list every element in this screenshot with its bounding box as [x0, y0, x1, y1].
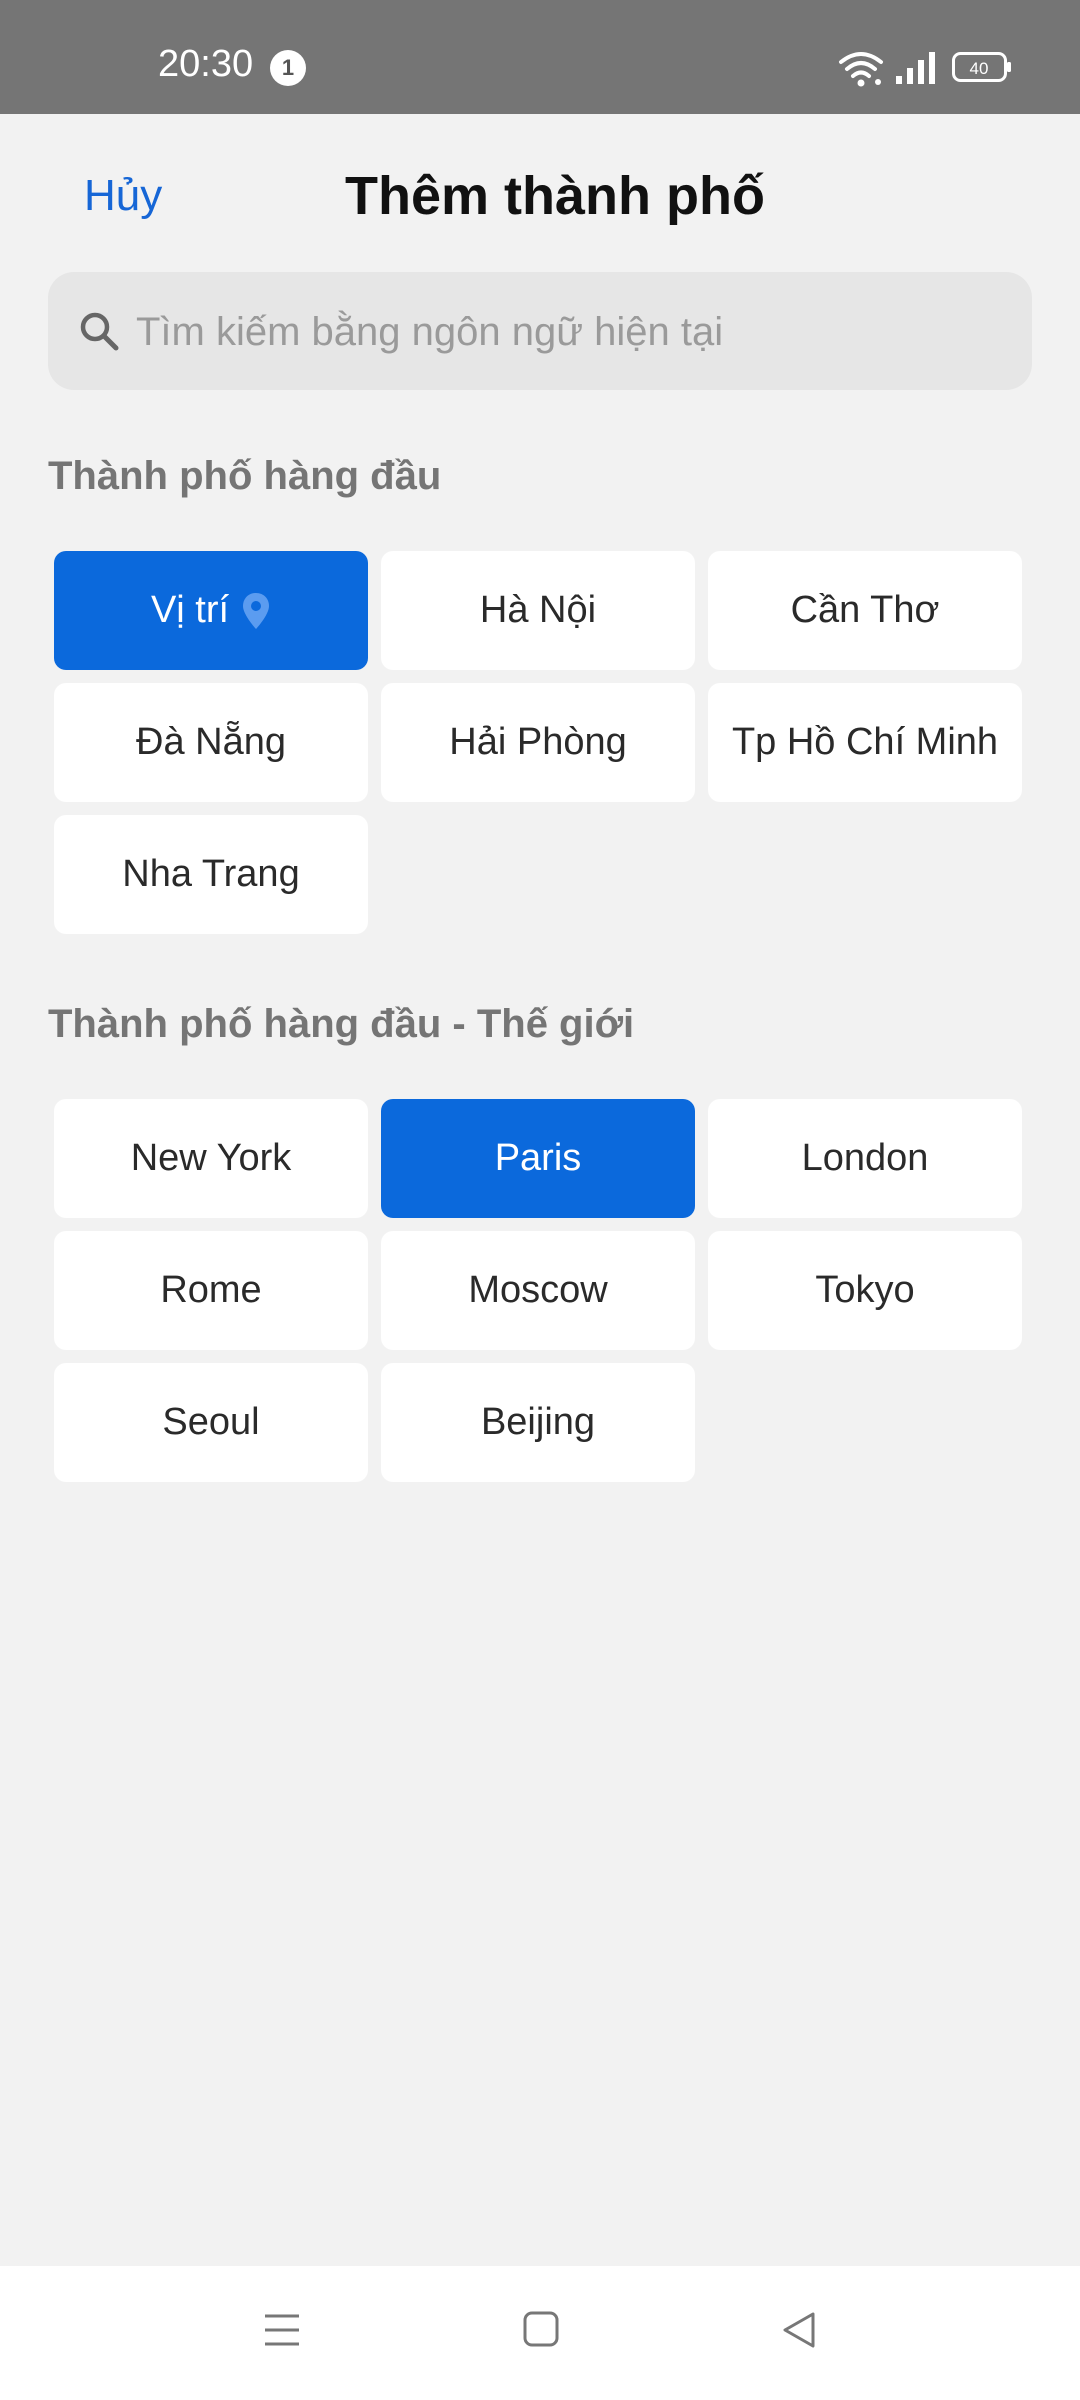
- city-button[interactable]: Hải Phòng: [381, 683, 695, 802]
- city-button[interactable]: Rome: [54, 1231, 368, 1350]
- search-box[interactable]: [48, 272, 1032, 392]
- city-button[interactable]: Beijing: [381, 1363, 695, 1482]
- wifi-icon: [839, 52, 883, 87]
- city-button[interactable]: London: [708, 1099, 1022, 1218]
- city-button[interactable]: New York: [54, 1099, 368, 1218]
- back-icon[interactable]: [780, 2310, 818, 2350]
- city-button[interactable]: Tokyo: [708, 1231, 1022, 1350]
- city-button[interactable]: Seoul: [54, 1363, 368, 1482]
- city-button[interactable]: Nha Trang: [54, 815, 368, 934]
- search-input[interactable]: [134, 272, 1018, 392]
- world-cities-grid: New York Paris London Rome Moscow Tokyo …: [54, 1099, 1026, 1482]
- search-icon: [80, 312, 119, 351]
- city-button[interactable]: Moscow: [381, 1231, 695, 1350]
- city-button[interactable]: Đà Nẵng: [54, 683, 368, 802]
- top-cities-grid: Vị trí Hà Nội Cần Thơ Đà Nẵng Hải Phòng …: [54, 551, 1026, 934]
- city-button[interactable]: Hà Nội: [381, 551, 695, 670]
- city-button-current-location[interactable]: Vị trí: [54, 551, 368, 670]
- menu-icon[interactable]: [262, 2310, 302, 2350]
- navigation-bar: [0, 2266, 1080, 2400]
- page-title: Thêm thành phố: [345, 166, 765, 226]
- notification-badge: 1: [270, 50, 306, 86]
- city-button[interactable]: Cần Thơ: [708, 551, 1022, 670]
- battery-icon: 40: [952, 52, 1011, 82]
- world-cities-heading: Thành phố hàng đầu - Thế giới: [48, 1002, 635, 1046]
- location-pin-icon: [243, 592, 270, 629]
- city-button[interactable]: Tp Hồ Chí Minh: [708, 683, 1022, 802]
- home-icon[interactable]: [522, 2310, 560, 2348]
- status-bar: 20:30 1 40: [0, 0, 1080, 114]
- status-time: 20:30: [158, 43, 254, 85]
- signal-icon: [896, 52, 935, 84]
- city-label: Vị trí: [150, 589, 230, 631]
- city-button[interactable]: Paris: [381, 1099, 695, 1218]
- top-cities-heading: Thành phố hàng đầu: [48, 454, 442, 498]
- battery-level: 40: [970, 59, 989, 78]
